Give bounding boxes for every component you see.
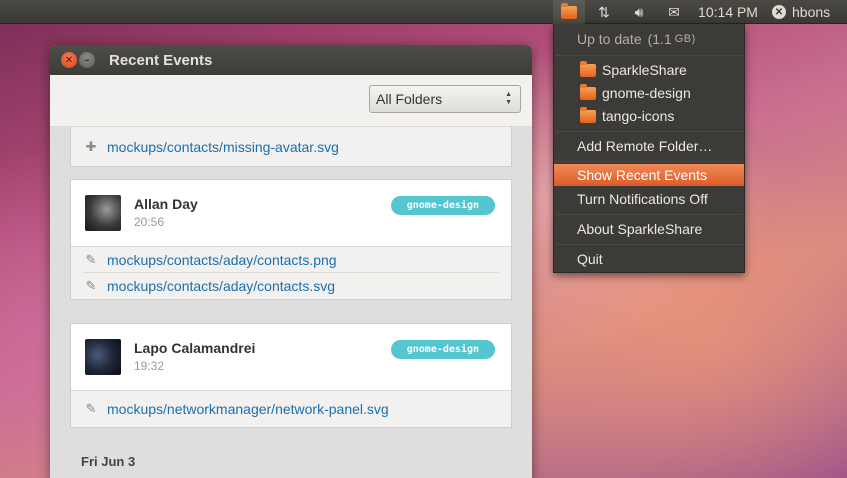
- event-time: 19:32: [134, 359, 165, 373]
- file-row: ✎ mockups/networkmanager/network-panel.s…: [83, 391, 499, 427]
- add-icon: ✚: [85, 139, 97, 154]
- window-toolbar: All Folders ▲ ▼: [50, 75, 532, 127]
- menu-show-recent-events[interactable]: Show Recent Events: [554, 164, 744, 186]
- folder-icon: [580, 60, 596, 77]
- avatar: [85, 195, 121, 231]
- event-author: Lapo Calamandrei: [134, 340, 256, 356]
- file-row: ✎ mockups/contacts/aday/contacts.svg: [83, 273, 499, 299]
- event-files: ✚ mockups/contacts/missing-avatar.svg: [71, 127, 511, 166]
- event-files: ✎ mockups/networkmanager/network-panel.s…: [71, 390, 511, 427]
- session-indicator[interactable]: ✕ hbons: [772, 0, 842, 24]
- menu-separator: [555, 161, 743, 162]
- volume-icon: 🔊︎: [634, 3, 644, 20]
- session-icon: ✕: [772, 5, 786, 19]
- event-card: ✚ mockups/contacts/missing-avatar.svg: [70, 127, 512, 167]
- file-link[interactable]: mockups/contacts/aday/contacts.svg: [107, 278, 335, 294]
- clock-text: 10:14 PM: [698, 4, 758, 20]
- file-link[interactable]: mockups/contacts/aday/contacts.png: [107, 252, 337, 268]
- folder-icon: [580, 106, 596, 123]
- sparkleshare-icon: [561, 2, 577, 19]
- menu-add-remote-folder[interactable]: Add Remote Folder…: [554, 135, 744, 157]
- file-link[interactable]: mockups/networkmanager/network-panel.svg: [107, 401, 389, 417]
- edit-icon: ✎: [85, 251, 97, 267]
- menu-folder-tango-icons[interactable]: tango-icons: [554, 105, 744, 127]
- user-name: hbons: [792, 4, 831, 20]
- event-card: Lapo Calamandrei 19:32 gnome-design ✎ mo…: [70, 323, 512, 428]
- file-row: ✚ mockups/contacts/missing-avatar.svg: [83, 127, 499, 166]
- menu-turn-notifications-off[interactable]: Turn Notifications Off: [554, 188, 744, 210]
- sparkleshare-indicator[interactable]: [553, 0, 585, 24]
- day-heading: Fri Jun 3: [81, 454, 136, 469]
- event-files: ✎ mockups/contacts/aday/contacts.png ✎ m…: [71, 246, 511, 299]
- menu-separator: [555, 131, 743, 132]
- folder-filter-select[interactable]: All Folders ▲ ▼: [369, 85, 521, 113]
- menu-status: Up to date (1.1 GB): [554, 28, 744, 50]
- menu-quit[interactable]: Quit: [554, 248, 744, 270]
- folder-tag[interactable]: gnome-design: [390, 196, 495, 215]
- top-panel: ⇅ 🔊︎ ✉ 10:14 PM ✕ hbons: [0, 0, 847, 24]
- close-icon[interactable]: ✕: [61, 52, 77, 68]
- event-author: Allan Day: [134, 196, 198, 212]
- edit-icon: ✎: [85, 278, 97, 293]
- mail-icon: ✉: [668, 3, 680, 20]
- menu-separator: [555, 214, 743, 215]
- menu-separator: [555, 244, 743, 245]
- clock-indicator[interactable]: 10:14 PM: [694, 0, 762, 24]
- event-time: 20:56: [134, 215, 165, 229]
- event-header: Allan Day 20:56 gnome-design: [71, 180, 511, 246]
- avatar: [85, 339, 121, 375]
- folder-filter-value: All Folders: [376, 91, 443, 107]
- sound-indicator[interactable]: 🔊︎: [626, 0, 652, 24]
- network-icon: ⇅: [598, 3, 610, 20]
- recent-events-window: ✕ – Recent Events All Folders ▲ ▼ ✚ mocku…: [50, 45, 532, 478]
- edit-icon: ✎: [85, 401, 97, 416]
- folder-tag[interactable]: gnome-design: [390, 340, 495, 359]
- menu-folder-sparkleshare[interactable]: SparkleShare: [554, 59, 744, 81]
- events-list[interactable]: ✚ mockups/contacts/missing-avatar.svg Al…: [50, 127, 532, 478]
- file-link[interactable]: mockups/contacts/missing-avatar.svg: [107, 139, 339, 155]
- file-row: ✎ mockups/contacts/aday/contacts.png: [83, 247, 499, 273]
- folder-icon: [580, 83, 596, 100]
- menu-folder-label: tango-icons: [602, 108, 675, 124]
- menu-about[interactable]: About SparkleShare: [554, 218, 744, 240]
- window-title: Recent Events: [109, 51, 213, 69]
- minimize-icon[interactable]: –: [79, 52, 95, 68]
- select-arrows-icon: ▲ ▼: [505, 91, 512, 106]
- event-card: Allan Day 20:56 gnome-design ✎ mockups/c…: [70, 179, 512, 300]
- status-text: Up to date: [577, 31, 642, 47]
- mail-indicator[interactable]: ✉: [662, 0, 686, 24]
- menu-folder-gnome-design[interactable]: gnome-design: [554, 82, 744, 104]
- window-titlebar[interactable]: ✕ – Recent Events: [50, 45, 532, 75]
- menu-folder-label: SparkleShare: [602, 62, 687, 78]
- status-size: (1.1: [647, 31, 672, 47]
- network-indicator[interactable]: ⇅: [592, 0, 616, 24]
- sparkleshare-menu: Up to date (1.1 GB) SparkleShare gnome-d…: [553, 24, 745, 273]
- menu-separator: [555, 55, 743, 56]
- status-unit: GB): [674, 33, 696, 45]
- menu-folder-label: gnome-design: [602, 85, 691, 101]
- event-header: Lapo Calamandrei 19:32 gnome-design: [71, 324, 511, 390]
